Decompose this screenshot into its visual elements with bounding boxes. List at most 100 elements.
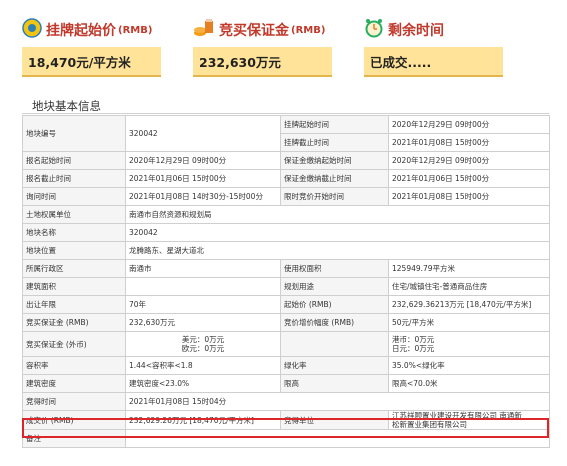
table-row: 备注 [22,429,550,448]
cell-value: 232,629.26万元 [18,470元/平方米] [125,410,281,430]
cell-value: 南通市自然资源和规划局 [125,205,550,224]
cell-value: 35.0%<绿化率 [388,356,550,375]
land-info-table: 地块编号 320042 挂牌起始时间 2020年12月29日 09时00分 挂牌… [22,115,550,448]
deposit-value-box: 232,630万元 [193,47,332,77]
cell-value: 限高<70.0米 [388,374,550,393]
table-row: 出让年限 70年 起始价 (RMB) 232,629.36213万元 [18,4… [22,295,550,314]
cell-value: 320042 [125,223,550,242]
hkd-value: 港币：0万元 [392,335,435,344]
cell-value: 2020年12月29日 09时00分 [125,151,281,170]
table-row: 地块位置 龙腾路东、星湖大道北 [22,241,550,260]
table-row: 报名起始时间 2020年12月29日 09时00分 保证金缴纳起始时间 2020… [22,151,550,170]
price-value: 18,470元/平方米 [28,54,131,70]
cell-value: 232,629.36213万元 [18,470元/平方米] [388,295,550,314]
cell-label [280,331,389,357]
table-row: 竞买保证金 (外币) 美元：0万元 欧元：0万元 港币：0万元 日元：0万元 [22,331,550,357]
price-value-box: 18,470元/平方米 [22,47,161,77]
table-row: 成交价 (RMB) 232,629.26万元 [18,470元/平方米] 竞得单… [22,410,550,430]
cell-value: 南通市 [125,259,281,278]
cell-value: 建筑密度<23.0% [125,374,281,393]
table-row: 报名截止时间 2021年01月06日 15时00分 保证金缴纳截止时间 2021… [22,169,550,188]
cell-label: 所属行政区 [22,259,126,278]
table-row: 地块编号 320042 挂牌起始时间 2020年12月29日 09时00分 [22,115,550,152]
cell-label: 报名截止时间 [22,169,126,188]
winner-line-2: 松新置业集团有限公司 [392,420,467,429]
eur-value: 欧元：0万元 [181,344,225,353]
cell-value: 2021年01月08日 15时04分 [125,392,550,411]
cell-value: 2021年01月06日 15时00分 [388,169,550,188]
price-header: 挂牌起始价 (RMB) [22,17,152,43]
price-tag-icon [22,18,42,42]
section-divider [22,113,549,114]
cell-label: 竞得单位 [280,410,389,430]
cell-value: 住宅/城镇住宅-普通商品住房 [388,277,550,296]
table-row: 建筑面积 规划用途 住宅/城镇住宅-普通商品住房 [22,277,550,296]
deposit-unit: (RMB) [291,24,326,36]
cell-value: 2021年01月08日 14时30分-15时00分 [125,187,281,206]
cell-value: 2021年01月08日 15时00分 [388,187,550,206]
cell-label: 建筑面积 [22,277,126,296]
cell-label: 保证金缴纳截止时间 [280,169,389,188]
cell-label: 挂牌截止时间 [280,133,389,152]
cell-value: 2021年01月06日 15时00分 [125,169,281,188]
cell-value: 1.44<容积率<1.8 [125,356,281,375]
land-auction-page: 挂牌起始价 (RMB) 竞买保证金 (RMB) 剩余时间 18,470元/平方米… [0,0,567,466]
cell-value: 龙腾路东、星湖大道北 [125,241,550,260]
section-title: 地块基本信息 [32,99,101,113]
cell-label: 土地权属单位 [22,205,126,224]
table-row: 竞得时间 2021年01月08日 15时04分 [22,392,550,411]
usd-value: 美元：0万元 [181,335,225,344]
cell-label: 保证金缴纳起始时间 [280,151,389,170]
table-row: 建筑密度 建筑密度<23.0% 限高 限高<70.0米 [22,374,550,393]
cell-label: 限高 [280,374,389,393]
time-title: 剩余时间 [388,23,444,39]
cell-value: 2021年01月08日 15时00分 [388,133,550,152]
cell-label: 绿化率 [280,356,389,375]
cell-value: 70年 [125,295,281,314]
status-value-box: 已成交..... [364,47,503,77]
table-row: 竞买保证金 (RMB) 232,630万元 竞价增价幅度 (RMB) 50元/平… [22,313,550,332]
cell-label: 容积率 [22,356,126,375]
deposit-header: 竞买保证金 (RMB) [193,17,325,43]
cell-label: 报名起始时间 [22,151,126,170]
cell-value [125,429,550,448]
cell-value: 320042 [125,115,281,152]
cell-label: 地块位置 [22,241,126,260]
cell-label: 竞买保证金 (RMB) [22,313,126,332]
price-unit: (RMB) [118,24,153,36]
cell-value: 2020年12月29日 09时00分 [388,151,550,170]
coins-icon [193,18,215,42]
cell-label: 成交价 (RMB) [22,410,126,430]
table-row: 容积率 1.44<容积率<1.8 绿化率 35.0%<绿化率 [22,356,550,375]
cell-label: 限时竞价开始时间 [280,187,389,206]
cell-value: 江苏祥颐置业建设开发有限公司 南通新 松新置业集团有限公司 [388,410,550,430]
cell-label: 地块编号 [22,115,126,152]
cell-value: 2020年12月29日 09时00分 [388,115,550,134]
deposit-value: 232,630万元 [199,54,281,70]
cell-label: 使用权面积 [280,259,389,278]
winner-line-1: 江苏祥颐置业建设开发有限公司 南通新 [392,411,522,421]
cell-value: 125949.79平方米 [388,259,550,278]
cell-value [125,277,281,296]
cell-label: 挂牌起始时间 [280,115,389,134]
price-title: 挂牌起始价 [46,23,116,39]
jpy-value: 日元：0万元 [392,344,435,353]
cell-label: 建筑密度 [22,374,126,393]
cell-value: 港币：0万元 日元：0万元 [388,331,550,357]
deposit-title: 竞买保证金 [219,23,289,39]
cell-label: 竞价增价幅度 (RMB) [280,313,389,332]
table-row: 询问时间 2021年01月08日 14时30分-15时00分 限时竞价开始时间 … [22,187,550,206]
cell-value: 美元：0万元 欧元：0万元 [125,331,281,357]
table-row: 地块名称 320042 [22,223,550,242]
alarm-clock-icon [364,18,384,42]
cell-label: 出让年限 [22,295,126,314]
cell-value: 232,630万元 [125,313,281,332]
cell-label: 起始价 (RMB) [280,295,389,314]
cell-value: 50元/平方米 [388,313,550,332]
cell-label: 地块名称 [22,223,126,242]
table-row: 土地权属单位 南通市自然资源和规划局 [22,205,550,224]
cell-label: 备注 [22,429,126,448]
cell-label: 询问时间 [22,187,126,206]
table-row: 所属行政区 南通市 使用权面积 125949.79平方米 [22,259,550,278]
cell-label: 规划用途 [280,277,389,296]
